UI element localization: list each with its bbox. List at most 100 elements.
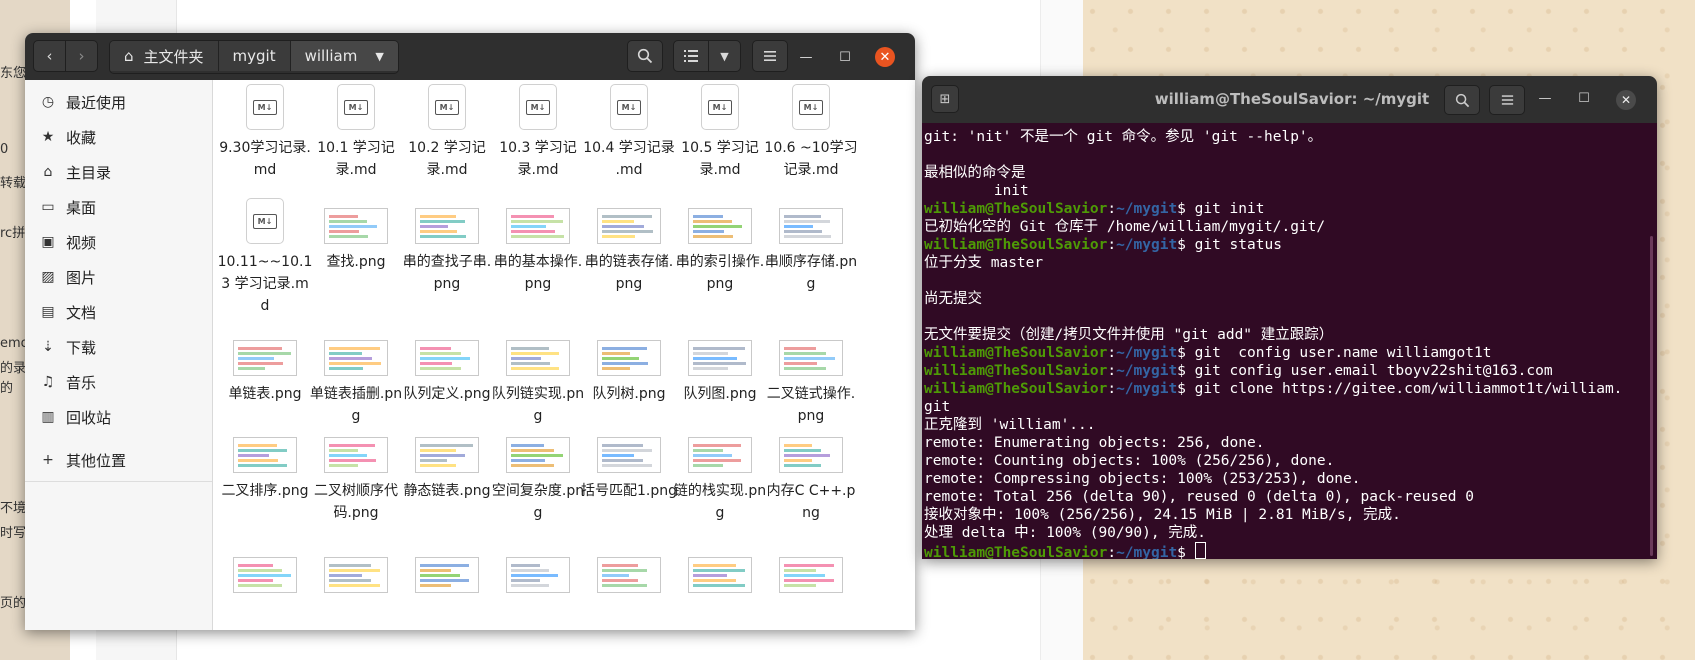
terminal-cursor — [1194, 542, 1206, 559]
terminal-output-line: remote: Compressing objects: 100% (253/2… — [924, 471, 1361, 487]
minimize-button[interactable]: — — [796, 47, 816, 67]
terminal-output-line: 正克隆到 'william'... — [924, 417, 1096, 433]
view-mode-button[interactable] — [673, 40, 709, 72]
view-options-button[interactable]: ▼ — [708, 40, 741, 72]
image-thumbnail — [506, 557, 570, 593]
sidebar-item-image[interactable]: ▨ 图片 — [25, 259, 212, 295]
file-name: 静态链表.png — [403, 483, 491, 499]
search-button[interactable] — [627, 40, 663, 72]
image-thumbnail — [324, 437, 388, 473]
prompt-user-host: william@TheSoulSavior — [924, 237, 1108, 253]
maximize-button[interactable]: ☐ — [835, 47, 855, 67]
terminal-output[interactable]: git: 'nit' 不是一个 git 命令。参见 'git --help'。最… — [922, 123, 1657, 559]
file-item[interactable]: 查找.png — [308, 198, 404, 273]
file-item[interactable]: 单链表插删.png — [308, 330, 404, 427]
file-item[interactable] — [217, 547, 313, 600]
markdown-file-icon: M↓ — [519, 84, 557, 130]
back-button[interactable]: ‹ — [33, 40, 66, 72]
command-text: git config user.email tboyv22shit@163.co… — [1194, 363, 1553, 379]
file-item[interactable]: 单链表.png — [217, 330, 313, 405]
close-icon: ✕ — [879, 49, 891, 65]
menu-button[interactable] — [752, 40, 788, 72]
file-name: 10.2 学习记录.md — [408, 140, 486, 178]
sidebar-item-label: 图片 — [66, 268, 97, 287]
file-item[interactable]: 二叉排序.png — [217, 427, 313, 502]
file-item[interactable] — [308, 547, 404, 600]
close-button[interactable]: ✕ — [875, 47, 895, 67]
sidebar-item-label: 最近使用 — [66, 93, 127, 112]
file-item[interactable] — [672, 547, 768, 600]
breadcrumb-home[interactable]: ⌂ 主文件夹 — [110, 41, 219, 71]
image-thumbnail — [688, 557, 752, 593]
terminal-maximize-button[interactable]: ☐ — [1575, 91, 1593, 109]
file-item[interactable]: 串的基本操作.png — [490, 198, 586, 295]
sidebar-item-home[interactable]: ⌂ 主目录 — [25, 154, 212, 190]
prompt-path: ~/mygit — [1116, 345, 1178, 361]
breadcrumb-william[interactable]: william ▼ — [290, 41, 398, 71]
sidebar-item-document[interactable]: ▤ 文档 — [25, 294, 212, 330]
forward-button[interactable]: › — [65, 40, 98, 72]
terminal-close-button[interactable]: ✕ — [1616, 90, 1636, 110]
file-item[interactable]: 二叉链式操作.png — [763, 330, 859, 427]
file-item[interactable]: 串的索引操作.png — [672, 198, 768, 295]
file-item[interactable]: M↓ 10.2 学习记录.md — [399, 84, 495, 181]
prompt-symbol: $ — [1177, 345, 1195, 361]
file-item[interactable]: 串的链表存储.png — [581, 198, 677, 295]
file-item[interactable]: 括号匹配1.png — [581, 427, 677, 502]
terminal-minimize-button[interactable]: — — [1536, 91, 1554, 109]
file-item[interactable]: M↓ 9.30学习记录.md — [217, 84, 313, 181]
new-tab-button[interactable]: ⊞ — [931, 85, 959, 113]
terminal-command-line: william@TheSoulSavior:~/mygit$ git init — [924, 200, 1657, 218]
terminal-scrollbar[interactable] — [1650, 236, 1653, 556]
breadcrumb-mygit[interactable]: mygit — [218, 41, 291, 71]
file-item[interactable] — [763, 547, 859, 600]
file-item[interactable]: M↓ 10.11~~10.13 学习记录.md — [217, 198, 313, 317]
file-item[interactable] — [581, 547, 677, 600]
prompt-separator: : — [1107, 201, 1117, 217]
sidebar-item-desktop[interactable]: ▭ 桌面 — [25, 189, 212, 225]
file-name: 串的索引操作.png — [675, 254, 765, 292]
image-thumbnail — [779, 340, 843, 376]
file-item[interactable]: 串顺序存储.png — [763, 198, 859, 295]
sidebar-item-trash[interactable]: ▥ 回收站 — [25, 399, 212, 435]
file-item[interactable]: 队列链实现.png — [490, 330, 586, 427]
prompt-separator: : — [1107, 545, 1117, 559]
terminal-command-line: william@TheSoulSavior:~/mygit$ git confi… — [924, 362, 1657, 380]
terminal-window: ⊞ william@TheSoulSavior: ~/mygit — ☐ ✕ g… — [922, 76, 1657, 559]
sidebar-item-clock[interactable]: ◷ 最近使用 — [25, 84, 212, 120]
sidebar-item-star[interactable]: ★ 收藏 — [25, 119, 212, 155]
file-item[interactable]: M↓ 10.5 学习记录.md — [672, 84, 768, 181]
prompt-separator: : — [1107, 381, 1117, 397]
file-item[interactable]: M↓ 10.6 ~10学习记录.md — [763, 84, 859, 181]
file-item[interactable]: 内存C C++.png — [763, 427, 859, 524]
sidebar-item-plus[interactable]: + 其他位置 — [25, 442, 212, 478]
file-item[interactable]: 队列定义.png — [399, 330, 495, 405]
chevron-down-icon: ▼ — [375, 49, 384, 63]
file-item[interactable]: 队列树.png — [581, 330, 677, 405]
file-item[interactable]: 队列图.png — [672, 330, 768, 405]
file-item[interactable] — [490, 547, 586, 600]
file-item[interactable]: M↓ 10.1 学习记录.md — [308, 84, 404, 181]
file-item[interactable] — [399, 547, 495, 600]
file-manager-headerbar: ‹ › ⌂ 主文件夹 mygit william ▼ ▼ — ☐ ✕ — [25, 33, 915, 80]
file-name: 队列链实现.png — [491, 386, 585, 424]
file-item[interactable]: M↓ 10.4 学习记录 .md — [581, 84, 677, 181]
file-item[interactable]: 串的查找子串.png — [399, 198, 495, 295]
file-item[interactable]: 静态链表.png — [399, 427, 495, 502]
image-thumbnail — [415, 340, 479, 376]
sidebar-item-download[interactable]: ⇣ 下载 — [25, 329, 212, 365]
file-item[interactable]: M↓ 10.3 学习记录.md — [490, 84, 586, 181]
terminal-search-button[interactable] — [1444, 85, 1480, 115]
file-item[interactable]: 空间复杂度.png — [490, 427, 586, 524]
star-icon: ★ — [41, 129, 55, 145]
file-item[interactable]: 链的栈实现.png — [672, 427, 768, 524]
sidebar-item-video[interactable]: ▣ 视频 — [25, 224, 212, 260]
prompt-path: ~/mygit — [1116, 545, 1178, 559]
file-name: 二叉树顺序代码.png — [314, 483, 398, 521]
terminal-menu-button[interactable] — [1489, 85, 1525, 115]
background-text-fragment: 时写 — [0, 526, 27, 541]
sidebar-item-music[interactable]: ♫ 音乐 — [25, 364, 212, 400]
file-name: 10.5 学习记录.md — [681, 140, 759, 178]
prompt-path: ~/mygit — [1116, 201, 1178, 217]
file-item[interactable]: 二叉树顺序代码.png — [308, 427, 404, 524]
